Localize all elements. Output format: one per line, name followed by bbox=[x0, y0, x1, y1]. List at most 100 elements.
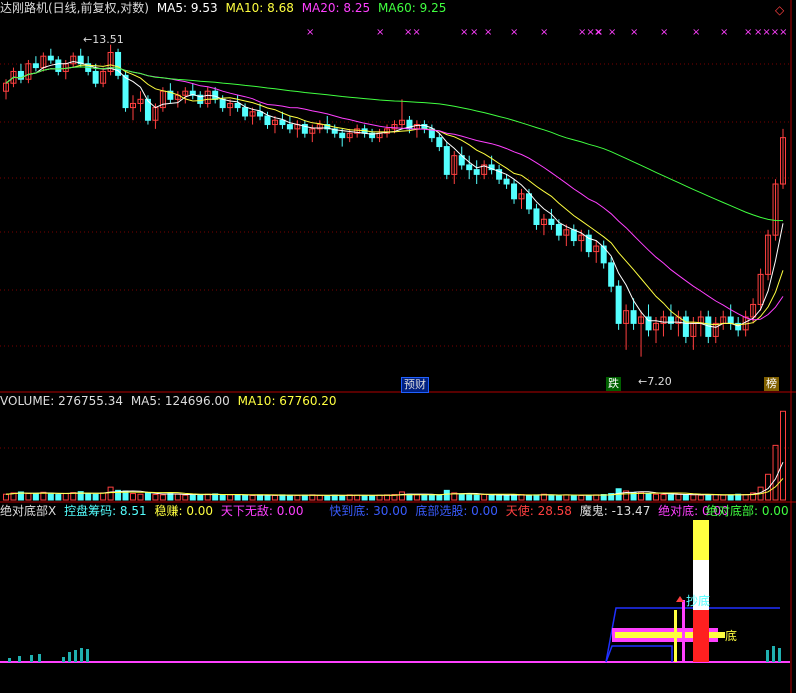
volume-bar bbox=[667, 494, 674, 501]
volume-bar bbox=[720, 494, 727, 501]
candle-body bbox=[55, 59, 62, 72]
candle-body bbox=[436, 137, 443, 148]
volume-bar bbox=[316, 495, 323, 501]
volume-bar bbox=[257, 494, 264, 501]
indicator-bar bbox=[86, 649, 89, 662]
signal-x-mark: × bbox=[594, 27, 603, 38]
volume-bar bbox=[772, 444, 779, 501]
volume-bar bbox=[533, 494, 540, 501]
indicator-bar bbox=[778, 648, 781, 662]
volume-bar bbox=[85, 493, 92, 501]
volume-bar bbox=[264, 494, 271, 501]
event-tag-b[interactable]: 跌 bbox=[606, 377, 621, 391]
volume-bar bbox=[55, 494, 62, 501]
volume-bar bbox=[301, 494, 308, 501]
volume-bar bbox=[675, 493, 682, 501]
volume-bar bbox=[361, 495, 368, 501]
volume-bar bbox=[107, 486, 114, 501]
chaodi-label: 抄底 bbox=[686, 594, 711, 608]
volume-bar bbox=[130, 493, 137, 501]
signal-x-mark: × bbox=[540, 27, 549, 38]
signal-x-mark: × bbox=[460, 27, 469, 38]
stock-chart[interactable] bbox=[0, 0, 796, 693]
event-tag-a[interactable]: 预财 bbox=[401, 377, 429, 393]
signal-x-mark: × bbox=[660, 27, 669, 38]
candle-body bbox=[212, 90, 219, 100]
signal-x-mark: ×××× bbox=[754, 27, 788, 38]
candle-body bbox=[122, 74, 129, 109]
indicator-bar bbox=[18, 656, 21, 662]
candle-body bbox=[473, 169, 480, 175]
event-tag-c[interactable]: 榜 bbox=[764, 377, 779, 391]
volume-bar bbox=[227, 494, 234, 501]
candle-body bbox=[92, 70, 99, 84]
volume-bar bbox=[473, 494, 480, 501]
candle-body bbox=[511, 183, 518, 200]
volume-bar bbox=[197, 494, 204, 501]
volume-bar bbox=[32, 493, 39, 501]
candle-body bbox=[286, 124, 293, 130]
volume-bar bbox=[466, 494, 473, 501]
volume-bar bbox=[152, 494, 159, 501]
di-label: 底 bbox=[725, 629, 738, 643]
candle-body bbox=[533, 208, 540, 225]
volume-bar bbox=[443, 489, 450, 501]
volume-bar bbox=[167, 493, 174, 501]
candle-body bbox=[466, 164, 473, 171]
volume-bar bbox=[780, 410, 786, 501]
volume-bar bbox=[398, 491, 405, 501]
volume-bar bbox=[496, 494, 503, 501]
candle-body bbox=[555, 223, 562, 236]
signal-x-mark: × bbox=[630, 27, 639, 38]
signal-x-mark: × bbox=[608, 27, 617, 38]
indicator-bar bbox=[80, 648, 83, 662]
volume-bar bbox=[413, 494, 420, 501]
signal-x-mark: × bbox=[510, 27, 519, 38]
signal-x-mark: × bbox=[484, 27, 493, 38]
volume-bar bbox=[249, 495, 256, 501]
volume-bar bbox=[159, 494, 166, 501]
volume-bar bbox=[548, 494, 555, 501]
volume-bar bbox=[481, 494, 488, 501]
volume-bar bbox=[369, 495, 376, 501]
volume-bar bbox=[645, 493, 652, 501]
high-price-value: 13.51 bbox=[92, 33, 124, 46]
candle-body bbox=[279, 119, 286, 126]
volume-bar bbox=[421, 494, 428, 501]
indicator-bar bbox=[62, 657, 65, 662]
volume-bar bbox=[705, 494, 712, 501]
candle-body bbox=[503, 178, 510, 185]
volume-bar bbox=[376, 494, 383, 501]
candle-body bbox=[339, 132, 346, 139]
volume-bar bbox=[660, 494, 667, 501]
candle-body bbox=[32, 63, 39, 69]
volume-bar bbox=[742, 494, 749, 501]
volume-bar bbox=[62, 493, 69, 501]
volume-bar bbox=[189, 494, 196, 501]
volume-bar bbox=[92, 493, 99, 501]
volume-bar bbox=[47, 492, 54, 501]
yellow-signal-bar bbox=[674, 610, 677, 662]
volume-bar bbox=[712, 494, 719, 501]
volume-bar bbox=[570, 494, 577, 501]
candle-body bbox=[630, 310, 637, 324]
candle-body bbox=[234, 102, 241, 109]
volume-bar bbox=[682, 494, 689, 501]
volume-bar bbox=[286, 494, 293, 501]
volume-bar bbox=[354, 494, 361, 501]
candle-body bbox=[727, 316, 734, 324]
indicator-bar bbox=[772, 646, 775, 662]
signal-x-mark: × bbox=[720, 27, 729, 38]
volume-bar bbox=[234, 494, 241, 501]
volume-bar bbox=[593, 494, 600, 501]
volume-bar bbox=[271, 495, 278, 501]
volume-bar bbox=[585, 494, 592, 501]
volume-bar bbox=[182, 494, 189, 501]
indicator-bar bbox=[38, 654, 41, 662]
candle-body bbox=[608, 262, 615, 287]
indicator-bar bbox=[68, 652, 71, 662]
volume-bar bbox=[563, 494, 570, 501]
volume-bar bbox=[137, 493, 144, 501]
volume-bar bbox=[503, 495, 510, 501]
volume-bar bbox=[144, 492, 151, 501]
